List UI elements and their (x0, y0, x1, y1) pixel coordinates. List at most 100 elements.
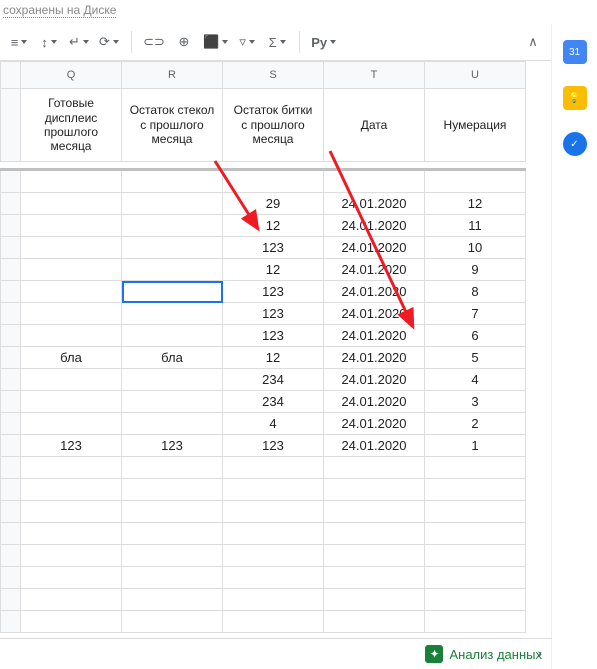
row-header[interactable] (1, 457, 21, 479)
cell[interactable] (223, 567, 324, 589)
tasks-icon[interactable]: ✓ (563, 132, 587, 156)
row-header[interactable] (1, 89, 21, 162)
cell[interactable] (324, 523, 425, 545)
cell[interactable] (21, 303, 122, 325)
row-header[interactable] (1, 281, 21, 303)
cell[interactable]: 7 (425, 303, 526, 325)
row-header[interactable] (1, 259, 21, 281)
cell[interactable] (223, 545, 324, 567)
cell[interactable] (324, 457, 425, 479)
row-header[interactable] (1, 435, 21, 457)
side-panel-toggle[interactable]: › (537, 645, 542, 661)
filter-button[interactable]: ▿ (234, 30, 260, 54)
cell[interactable]: 24.01.2020 (324, 303, 425, 325)
cell[interactable]: 234 (223, 391, 324, 413)
cell[interactable] (122, 589, 223, 611)
cell[interactable] (223, 479, 324, 501)
cell[interactable]: 12 (223, 347, 324, 369)
cell[interactable] (122, 281, 223, 303)
wrap-button[interactable]: ↵ (66, 30, 92, 54)
select-all-corner[interactable] (1, 62, 21, 89)
cell[interactable]: 9 (425, 259, 526, 281)
header-R[interactable]: Остаток стекол с прошлого месяца (122, 89, 223, 162)
cell[interactable] (223, 589, 324, 611)
cell[interactable]: 24.01.2020 (324, 347, 425, 369)
col-header-R[interactable]: R (122, 62, 223, 89)
row-header[interactable] (1, 303, 21, 325)
pyscript-button[interactable]: Py (309, 30, 338, 54)
cell[interactable] (122, 501, 223, 523)
insert-chart-button[interactable]: ⬛ (201, 30, 230, 54)
col-header-S[interactable]: S (223, 62, 324, 89)
cell[interactable] (122, 237, 223, 259)
cell[interactable] (21, 215, 122, 237)
cell[interactable] (324, 545, 425, 567)
row-header[interactable] (1, 545, 21, 567)
cell[interactable]: 29 (223, 193, 324, 215)
cell[interactable] (324, 479, 425, 501)
row-header[interactable] (1, 193, 21, 215)
cell[interactable] (21, 523, 122, 545)
cell[interactable] (324, 170, 425, 193)
row-header[interactable] (1, 413, 21, 435)
cell[interactable] (21, 281, 122, 303)
cell[interactable]: 24.01.2020 (324, 391, 425, 413)
cell[interactable] (122, 479, 223, 501)
cell[interactable] (21, 479, 122, 501)
cell[interactable] (122, 391, 223, 413)
cell[interactable] (21, 193, 122, 215)
cell[interactable]: 1 (425, 435, 526, 457)
row-header[interactable] (1, 347, 21, 369)
cell[interactable]: 24.01.2020 (324, 369, 425, 391)
cell[interactable]: 123 (122, 435, 223, 457)
cell[interactable] (223, 170, 324, 193)
cell[interactable] (425, 589, 526, 611)
row-header[interactable] (1, 567, 21, 589)
cell[interactable] (425, 611, 526, 633)
row-header[interactable] (1, 479, 21, 501)
cell[interactable]: 24.01.2020 (324, 325, 425, 347)
cell[interactable] (324, 611, 425, 633)
cell[interactable]: 12 (223, 215, 324, 237)
cell[interactable] (122, 457, 223, 479)
cell[interactable]: 5 (425, 347, 526, 369)
cell[interactable]: 12 (223, 259, 324, 281)
cell[interactable] (21, 501, 122, 523)
col-header-U[interactable]: U (425, 62, 526, 89)
cell[interactable]: 234 (223, 369, 324, 391)
valign-button[interactable]: ↕ (36, 30, 62, 54)
header-U[interactable]: Нумерация (425, 89, 526, 162)
cell[interactable] (21, 589, 122, 611)
cell[interactable]: 123 (223, 303, 324, 325)
cell[interactable]: 4 (425, 369, 526, 391)
row-header[interactable] (1, 237, 21, 259)
row-header[interactable] (1, 215, 21, 237)
cell[interactable] (122, 259, 223, 281)
cell[interactable] (21, 457, 122, 479)
keep-icon[interactable]: 💡 (563, 86, 587, 110)
header-T[interactable]: Дата (324, 89, 425, 162)
cell[interactable] (122, 325, 223, 347)
cell[interactable]: 12 (425, 193, 526, 215)
cell[interactable] (122, 545, 223, 567)
analyze-data-button[interactable]: ✦ Анализ данных (425, 645, 542, 663)
rotate-button[interactable]: ⟳ (96, 30, 122, 54)
cell[interactable]: 8 (425, 281, 526, 303)
cell[interactable] (223, 523, 324, 545)
row-header[interactable] (1, 611, 21, 633)
cell[interactable] (425, 567, 526, 589)
cell[interactable] (21, 170, 122, 193)
cell[interactable]: 123 (223, 281, 324, 303)
cell[interactable]: 24.01.2020 (324, 237, 425, 259)
cell[interactable]: 24.01.2020 (324, 281, 425, 303)
col-header-T[interactable]: T (324, 62, 425, 89)
cell[interactable] (21, 391, 122, 413)
cell[interactable] (21, 259, 122, 281)
row-header[interactable] (1, 501, 21, 523)
header-Q[interactable]: Готовые дисплеис прошлого месяца (21, 89, 122, 162)
cell[interactable] (21, 325, 122, 347)
align-left-button[interactable]: ≡ (6, 30, 32, 54)
cell[interactable] (324, 567, 425, 589)
cell[interactable]: 2 (425, 413, 526, 435)
cell[interactable] (223, 611, 324, 633)
